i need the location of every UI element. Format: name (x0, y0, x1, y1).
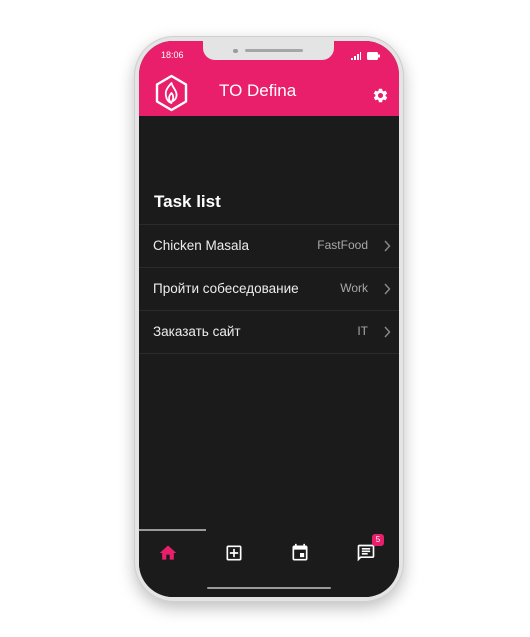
task-row[interactable]: Заказать сайт IT (139, 311, 399, 354)
status-time: 18:06 (161, 50, 184, 60)
device-notch (203, 41, 334, 60)
front-camera (233, 49, 238, 53)
notes-icon (357, 544, 375, 562)
signal-icon (351, 52, 361, 60)
task-category: FastFood (317, 238, 368, 252)
chevron-right-icon (384, 283, 391, 295)
app-screen: 18:06 TO Defina Task list Chicken Masala… (139, 41, 399, 597)
task-name: Заказать сайт (153, 324, 241, 339)
chevron-right-icon (384, 326, 391, 338)
tab-add-task[interactable] (224, 543, 244, 563)
task-name: Chicken Masala (153, 238, 250, 253)
active-tab-indicator (139, 529, 206, 531)
chevron-right-icon (384, 240, 391, 252)
task-name: Пройти собеседование (153, 281, 299, 296)
task-row[interactable]: Chicken Masala FastFood (139, 225, 399, 268)
settings-gear-icon[interactable] (372, 87, 389, 104)
task-category: IT (357, 324, 368, 338)
home-indicator (207, 587, 331, 589)
battery-icon (367, 52, 380, 60)
task-list-title: Task list (154, 192, 221, 211)
tab-calendar[interactable] (290, 543, 310, 563)
app-title: TO Defina (219, 81, 297, 100)
task-list: Chicken Masala FastFood Пройти собеседов… (139, 224, 399, 354)
calendar-icon (292, 543, 308, 561)
task-category: Work (340, 281, 368, 295)
earpiece-speaker (245, 49, 303, 52)
tab-notes[interactable] (356, 543, 376, 563)
tab-home[interactable] (158, 543, 178, 563)
home-icon (159, 545, 177, 560)
phone-frame: 18:06 TO Defina Task list Chicken Masala… (134, 36, 404, 602)
flame-logo-icon (155, 74, 188, 112)
notification-badge: 5 (372, 534, 384, 546)
task-row[interactable]: Пройти собеседование Work (139, 268, 399, 311)
add-box-icon (226, 545, 242, 561)
